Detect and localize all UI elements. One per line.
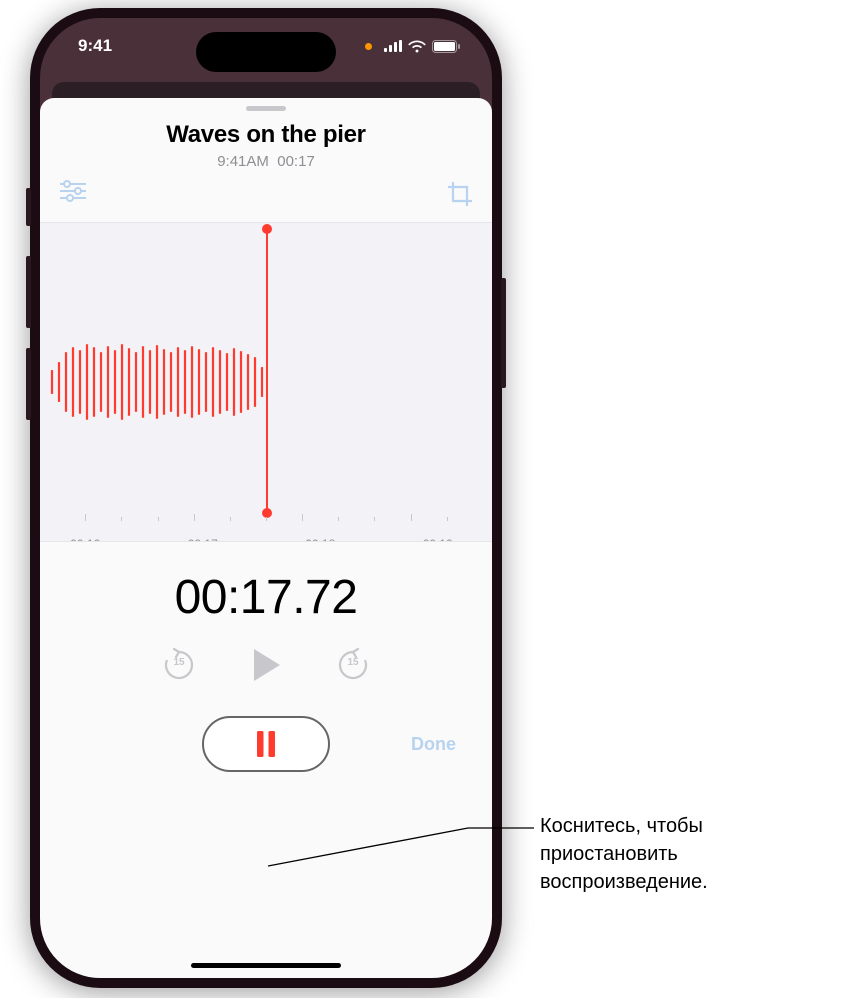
tool-row	[40, 176, 492, 216]
pause-icon	[255, 731, 277, 757]
bottom-row: Done	[40, 716, 492, 772]
side-button-power	[501, 278, 506, 388]
cellular-signal-icon	[384, 40, 402, 52]
recording-time: 9:41AM	[217, 153, 269, 170]
tick-label: 00:16	[70, 537, 100, 542]
play-button[interactable]	[250, 647, 282, 688]
done-button[interactable]: Done	[411, 734, 456, 755]
status-time: 9:41	[78, 36, 112, 56]
current-time-display: 00:17.72	[40, 570, 492, 625]
recording-subtitle: 9:41AM 00:17	[40, 153, 492, 170]
tick-label: 00:18	[305, 537, 335, 542]
settings-sliders-icon[interactable]	[58, 180, 88, 207]
sheet-grabber[interactable]	[246, 106, 286, 111]
playback-controls: 15 15	[40, 647, 492, 688]
tick-marks	[40, 513, 492, 521]
dynamic-island	[196, 32, 336, 72]
waveform-area[interactable]: 00:16 00:17 00:18 00:19	[40, 222, 492, 542]
skip-forward-15-button[interactable]: 15	[336, 648, 370, 687]
title-block: Waves on the pier 9:41AM 00:17	[40, 121, 492, 170]
tick-label: 00:19	[423, 537, 453, 542]
recording-duration: 00:17	[277, 153, 315, 170]
side-button-volume-down	[26, 348, 31, 420]
recording-sheet: Waves on the pier 9:41AM 00:17	[40, 98, 492, 978]
privacy-indicator-icon	[365, 43, 372, 50]
playhead[interactable]	[266, 229, 268, 513]
skip-fwd-label: 15	[336, 657, 370, 668]
callout-text: Коснитесь, чтобы приостановить воспроизв…	[540, 812, 820, 896]
phone-frame: 9:41 Waves on the pier 9:41AM	[30, 8, 502, 988]
tick-label: 00:17	[188, 537, 218, 542]
battery-icon	[432, 40, 460, 53]
side-button-silence	[26, 188, 31, 226]
side-button-volume-up	[26, 256, 31, 328]
pause-button[interactable]	[202, 716, 330, 772]
status-icons	[365, 40, 460, 53]
home-indicator[interactable]	[191, 963, 341, 968]
crop-icon[interactable]	[446, 180, 474, 213]
skip-back-label: 15	[162, 657, 196, 668]
screen: 9:41 Waves on the pier 9:41AM	[40, 18, 492, 978]
skip-back-15-button[interactable]: 15	[162, 648, 196, 687]
recording-title: Waves on the pier	[40, 121, 492, 149]
wifi-icon	[408, 40, 426, 53]
